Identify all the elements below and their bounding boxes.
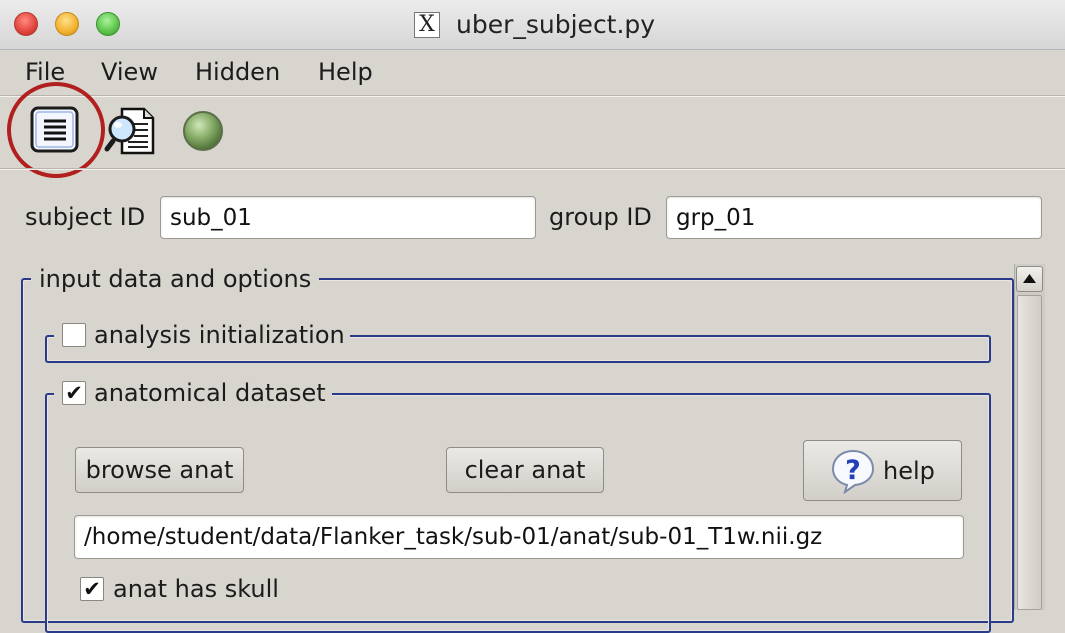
analysis-init-checkbox[interactable] xyxy=(62,323,86,347)
help-question-icon: ? xyxy=(831,449,875,494)
menu-view[interactable]: View xyxy=(101,58,158,86)
toolbar-bottom-separator xyxy=(0,168,1065,170)
group-id-field[interactable] xyxy=(666,196,1042,239)
menu-help[interactable]: Help xyxy=(318,58,373,86)
highlight-circle xyxy=(7,82,105,178)
toolbar-top-separator xyxy=(0,95,1065,97)
x11-app-icon: X xyxy=(414,12,440,38)
anat-skull-checkbox[interactable]: ✔ xyxy=(80,577,104,601)
subject-id-label: subject ID xyxy=(25,203,146,231)
green-status-light-icon[interactable] xyxy=(181,109,225,153)
scroll-thumb[interactable] xyxy=(1017,295,1042,610)
scroll-up-button[interactable] xyxy=(1016,266,1043,292)
subject-id-field[interactable] xyxy=(160,196,536,239)
analysis-init-label: analysis initialization xyxy=(94,321,345,349)
document-search-icon[interactable] xyxy=(104,106,156,156)
svg-text:?: ? xyxy=(845,455,861,486)
window-title: uber_subject.py xyxy=(456,10,656,39)
scroll-up-arrow-icon xyxy=(1023,274,1036,283)
clear-anat-button[interactable]: clear anat xyxy=(446,447,604,493)
minimize-window-button[interactable] xyxy=(55,12,79,36)
zoom-window-button[interactable] xyxy=(96,12,120,36)
anat-path-field[interactable] xyxy=(74,515,964,559)
anatomical-label: anatomical dataset xyxy=(94,379,326,407)
input-data-title: input data and options xyxy=(31,265,320,293)
browse-anat-button[interactable]: browse anat xyxy=(75,447,244,493)
menu-hidden[interactable]: Hidden xyxy=(195,58,280,86)
group-id-label: group ID xyxy=(549,203,652,231)
close-window-button[interactable] xyxy=(14,12,38,36)
anatomical-checkbox[interactable]: ✔ xyxy=(62,381,86,405)
help-label: help xyxy=(883,457,935,485)
anat-skull-label: anat has skull xyxy=(113,575,279,603)
